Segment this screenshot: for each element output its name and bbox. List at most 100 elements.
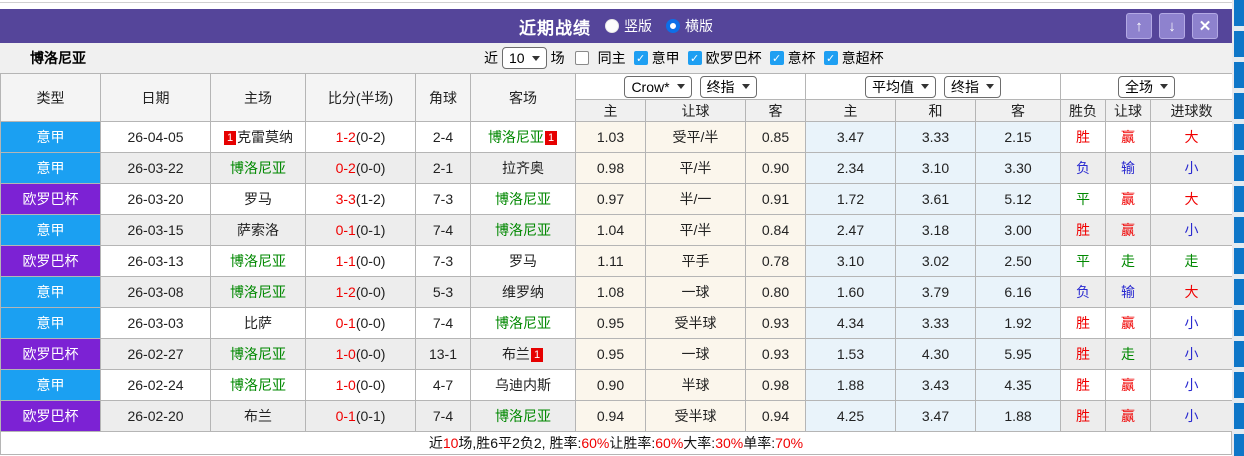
outcome-handicap: 赢 [1105, 183, 1152, 215]
col-header-score: 比分(半场) [305, 73, 416, 122]
team-name-text: 乌迪内斯 [495, 377, 551, 393]
away-cell[interactable]: 拉齐奥 [470, 152, 576, 184]
team-name-text: 博洛尼亚 [495, 191, 551, 207]
crow-home-odds: 1.03 [575, 121, 646, 153]
crow-home-odds: 1.08 [575, 276, 646, 308]
outcome-goals: 小 [1150, 369, 1234, 401]
crow-away-odds: 0.93 [745, 307, 806, 339]
away-cell[interactable]: 博洛尼亚 [470, 307, 576, 339]
table-row: 意甲 26-04-05 1 克雷莫纳 1-2(0-2) 2-4 博洛尼亚 1 1.0… [0, 121, 1234, 153]
home-cell[interactable]: 比萨 [210, 307, 306, 339]
avg-home-odds: 1.60 [805, 276, 896, 308]
move-down-button[interactable]: ↓ [1159, 13, 1185, 39]
down-arrow-icon: ↓ [1168, 17, 1176, 35]
home-cell[interactable]: 博洛尼亚 [210, 369, 306, 401]
score-cell[interactable]: 1-0(0-0) [305, 338, 416, 370]
home-cell[interactable]: 博洛尼亚 [210, 276, 306, 308]
table-row: 意甲 26-03-03 比萨 0-1(0-0) 7-4 博洛尼亚 0.95 受半… [0, 307, 1234, 339]
date-cell: 26-02-27 [100, 338, 211, 370]
away-cell[interactable]: 博洛尼亚 [470, 400, 576, 432]
home-cell[interactable]: 萨索洛 [210, 214, 306, 246]
checkbox-italy-cup[interactable]: ✓ [769, 51, 784, 65]
outcome-handicap: 走 [1105, 338, 1152, 370]
home-cell[interactable]: 布兰 [210, 400, 306, 432]
scope-select[interactable]: 全场 [1118, 75, 1176, 98]
crow-away-odds: 0.94 [745, 400, 806, 432]
home-cell[interactable]: 罗马 [210, 183, 306, 215]
outcome-win-lose: 胜 [1060, 121, 1107, 153]
outcome-goals: 小 [1150, 400, 1234, 432]
radio-checked-icon[interactable] [666, 19, 680, 33]
home-cell[interactable]: 1 克雷莫纳 [210, 121, 306, 153]
away-cell[interactable]: 乌迪内斯 [470, 369, 576, 401]
score-cell[interactable]: 3-3(1-2) [305, 183, 416, 215]
team-name-text: 拉齐奥 [502, 160, 544, 176]
crow-home-odds: 0.94 [575, 400, 646, 432]
average-index-select[interactable]: 终指 [944, 75, 1002, 98]
summary-segment: 60% [655, 435, 684, 451]
bookmaker-index-select[interactable]: 终指 [699, 75, 757, 98]
team-name-text: 博洛尼亚 [230, 253, 286, 269]
score-cell[interactable]: 1-2(0-0) [305, 276, 416, 308]
title-bar: 近期战绩 竖版 横版 ↑ ↓ ✕ [0, 9, 1232, 43]
matches-count-select[interactable]: 10 [502, 47, 547, 69]
outcome-win-lose: 负 [1060, 276, 1107, 308]
score-half: (1-2) [355, 191, 386, 207]
team-name-text: 博洛尼亚 [230, 377, 286, 393]
league-label-europa: 欧罗巴杯 [705, 50, 762, 66]
avg-home-odds: 2.34 [805, 152, 896, 184]
home-cell[interactable]: 博洛尼亚 [210, 152, 306, 184]
away-cell[interactable]: 博洛尼亚 1 [470, 121, 576, 153]
table-row: 意甲 26-03-22 博洛尼亚 0-2(0-0) 2-1 拉齐奥 0.98 平… [0, 152, 1234, 184]
subcol-avg-home: 主 [805, 99, 896, 122]
date-cell: 26-02-20 [100, 400, 211, 432]
checkbox-europa-league[interactable]: ✓ [687, 51, 702, 65]
avg-draw-odds: 3.33 [895, 121, 976, 153]
score-cell[interactable]: 1-2(0-2) [305, 121, 416, 153]
score-cell[interactable]: 0-2(0-0) [305, 152, 416, 184]
score-cell[interactable]: 0-1(0-1) [305, 214, 416, 246]
avg-draw-odds: 3.79 [895, 276, 976, 308]
layout-radio-vertical[interactable]: 竖版 [605, 16, 652, 36]
avg-draw-odds: 3.33 [895, 307, 976, 339]
team-name-text: 萨索洛 [237, 222, 279, 238]
away-cell[interactable]: 布兰 1 [470, 338, 576, 370]
crow-handicap: 一球 [645, 338, 746, 370]
score-cell[interactable]: 1-0(0-0) [305, 369, 416, 401]
home-cell[interactable]: 博洛尼亚 [210, 338, 306, 370]
score-cell[interactable]: 0-1(0-1) [305, 400, 416, 432]
summary-segment: 让胜率: [609, 435, 656, 451]
score-cell[interactable]: 0-1(0-0) [305, 307, 416, 339]
summary-line: 近 10 场,胜6平2负2, 胜率: 60% 让胜率: 60% 大率: 30% 单率: 70… [0, 432, 1232, 455]
subcol-crow-away: 客 [745, 99, 806, 122]
away-cell[interactable]: 博洛尼亚 [470, 183, 576, 215]
home-cell[interactable]: 博洛尼亚 [210, 245, 306, 277]
move-up-button[interactable]: ↑ [1126, 13, 1152, 39]
outcome-goals: 大 [1150, 183, 1234, 215]
score-half: (0-0) [355, 160, 386, 176]
layout-radio-horizontal[interactable]: 横版 [666, 16, 713, 36]
crow-home-odds: 0.95 [575, 307, 646, 339]
same-home-checkbox[interactable] [574, 51, 589, 65]
chevron-down-icon [986, 84, 995, 89]
crow-handicap: 半球 [645, 369, 746, 401]
corner-cell: 4-7 [415, 369, 471, 401]
subcol-win-lose: 胜负 [1060, 99, 1107, 122]
league-label-italy-cup: 意杯 [787, 50, 816, 66]
table-row: 欧罗巴杯 26-02-20 布兰 0-1(0-1) 7-4 博洛尼亚 0.94 … [0, 400, 1234, 432]
radio-unchecked-icon[interactable] [605, 19, 619, 33]
corner-cell: 7-3 [415, 245, 471, 277]
recent-results-panel: 近期战绩 竖版 横版 ↑ ↓ ✕ 博洛尼亚 近 10 场 同主 ✓ 意甲 ✓ 欧… [0, 0, 1244, 456]
score-cell[interactable]: 1-1(0-0) [305, 245, 416, 277]
away-cell[interactable]: 维罗纳 [470, 276, 576, 308]
away-cell[interactable]: 博洛尼亚 [470, 214, 576, 246]
scrollbar-stripe[interactable] [1234, 0, 1244, 456]
checkbox-italy-super-cup[interactable]: ✓ [823, 51, 838, 65]
outcome-handicap: 走 [1105, 245, 1152, 277]
checkbox-serie-a[interactable]: ✓ [633, 51, 648, 65]
bookmaker-select[interactable]: Crow* [624, 75, 692, 98]
average-select[interactable]: 平均值 [865, 75, 937, 98]
bookmaker-header-cell: Crow* 终指 [575, 73, 806, 100]
close-button[interactable]: ✕ [1192, 13, 1218, 39]
away-cell[interactable]: 罗马 [470, 245, 576, 277]
